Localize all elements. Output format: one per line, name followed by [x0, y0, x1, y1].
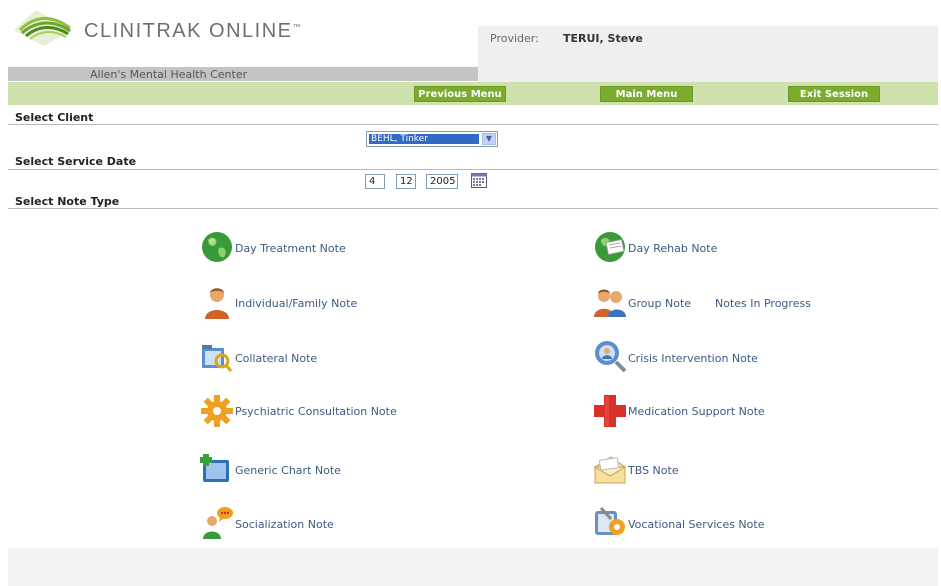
psychiatric-consultation-note-link[interactable]: Psychiatric Consultation Note: [235, 405, 397, 418]
service-day-field[interactable]: 12: [396, 174, 416, 189]
group-note-link[interactable]: Group Note: [628, 297, 691, 310]
notes-in-progress-link[interactable]: Notes In Progress: [715, 297, 811, 310]
divider: [8, 169, 938, 170]
search-person-icon[interactable]: [593, 339, 627, 373]
globe-document-icon[interactable]: [594, 230, 628, 264]
folder-search-icon[interactable]: [200, 340, 234, 374]
app-logo-title: CLINITRAK ONLINE™: [84, 20, 301, 42]
individual-family-note-link[interactable]: Individual/Family Note: [235, 297, 357, 310]
client-select[interactable]: BEHL, Tinker ▼: [366, 131, 498, 147]
envelope-icon[interactable]: [593, 451, 627, 485]
gear-icon[interactable]: [200, 394, 234, 428]
chevron-down-icon[interactable]: ▼: [482, 133, 496, 145]
tbs-note-link[interactable]: TBS Note: [628, 464, 679, 477]
person-speech-icon[interactable]: [200, 505, 234, 539]
center-name: Allen's Mental Health Center: [90, 68, 248, 81]
socialization-note-link[interactable]: Socialization Note: [235, 518, 334, 531]
globe-icon[interactable]: [200, 230, 234, 264]
select-service-date-heading: Select Service Date: [15, 155, 137, 168]
select-client-heading: Select Client: [15, 111, 94, 124]
crisis-intervention-note-link[interactable]: Crisis Intervention Note: [628, 352, 758, 365]
day-rehab-note-link[interactable]: Day Rehab Note: [628, 242, 717, 255]
provider-label: Provider:: [490, 32, 539, 45]
select-note-type-heading: Select Note Type: [15, 195, 120, 208]
collateral-note-link[interactable]: Collateral Note: [235, 352, 317, 365]
provider-panel: [478, 26, 938, 82]
vocational-services-note-link[interactable]: Vocational Services Note: [628, 518, 764, 531]
calendar-icon[interactable]: [471, 172, 487, 188]
service-year-field[interactable]: 2005: [426, 174, 458, 189]
service-month-field[interactable]: 4: [365, 174, 385, 189]
group-icon[interactable]: [593, 285, 627, 319]
client-select-value: BEHL, Tinker: [369, 134, 479, 144]
exit-session-button[interactable]: Exit Session: [788, 86, 880, 102]
person-icon[interactable]: [200, 285, 234, 319]
divider: [8, 208, 938, 209]
folder-add-icon[interactable]: [200, 451, 234, 485]
main-menu-button[interactable]: Main Menu: [600, 86, 693, 102]
day-treatment-note-link[interactable]: Day Treatment Note: [235, 242, 346, 255]
provider-name: TERUI, Steve: [563, 32, 643, 45]
divider: [8, 124, 938, 125]
medical-cross-icon[interactable]: [593, 394, 627, 428]
previous-menu-button[interactable]: Previous Menu: [414, 86, 506, 102]
generic-chart-note-link[interactable]: Generic Chart Note: [235, 464, 341, 477]
vocational-tools-icon[interactable]: [593, 505, 627, 539]
medication-support-note-link[interactable]: Medication Support Note: [628, 405, 765, 418]
footer-bar: [8, 548, 938, 586]
clinitrak-logo-icon: [14, 10, 72, 46]
